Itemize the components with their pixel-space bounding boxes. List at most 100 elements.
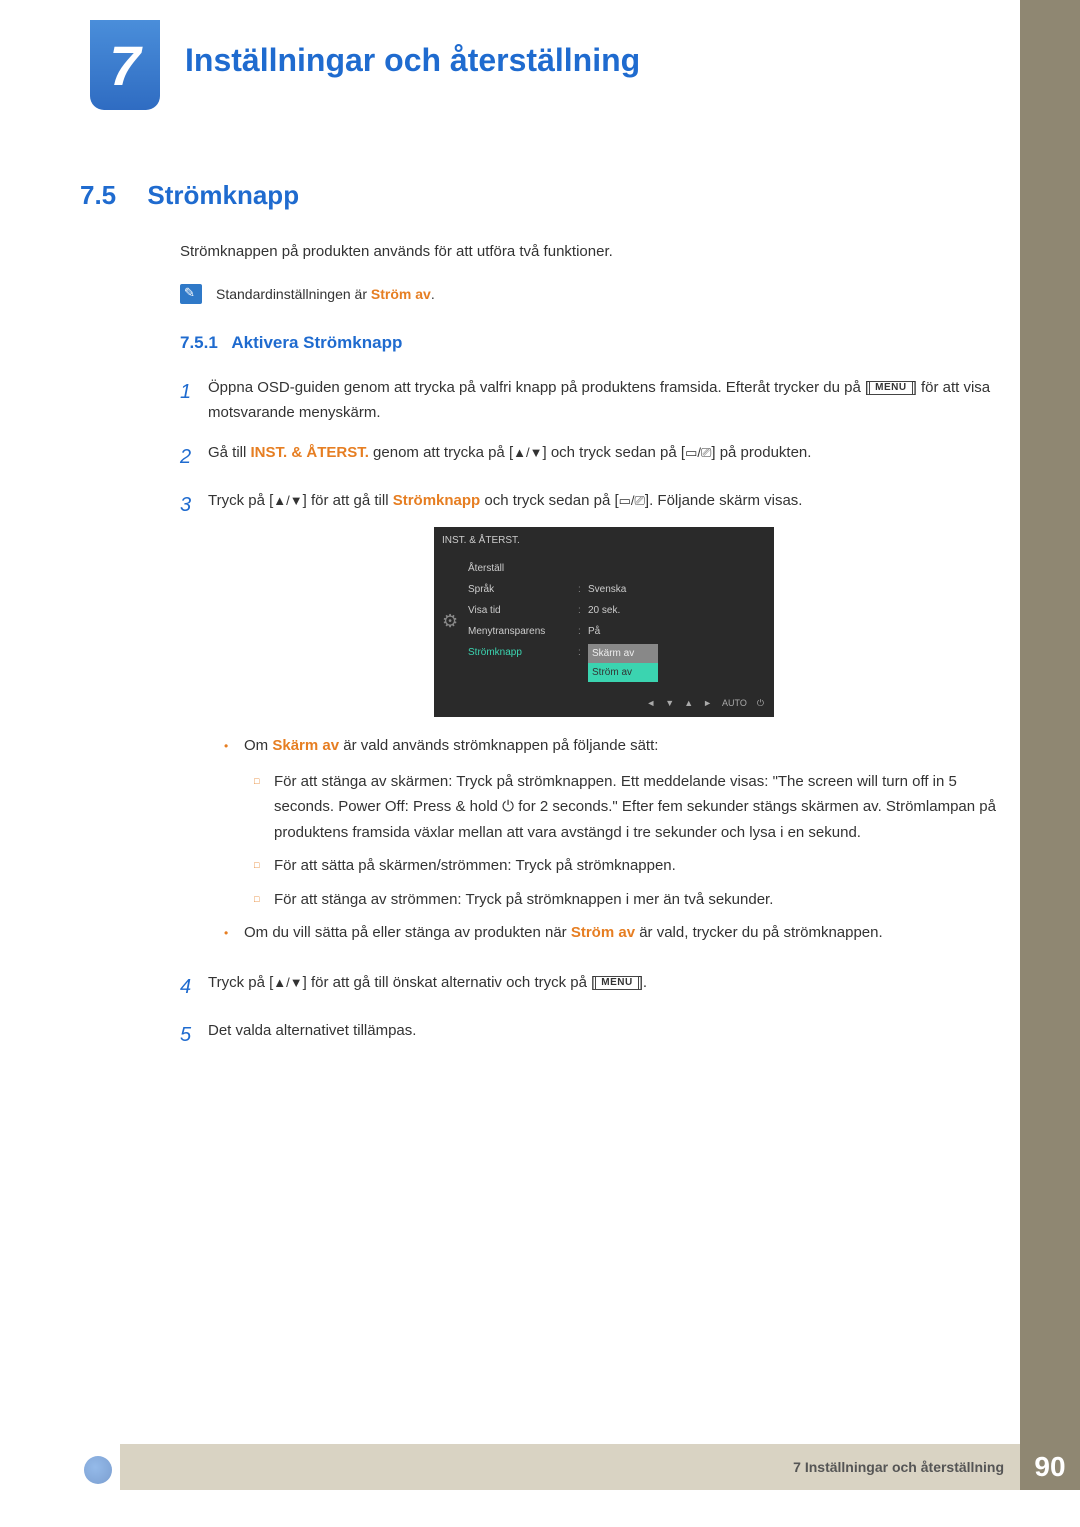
- note-text: Standardinställningen är Ström av.: [216, 284, 435, 305]
- step-number: 2: [180, 440, 208, 474]
- text: ] för att gå till: [303, 492, 393, 509]
- note-value: Ström av: [371, 286, 431, 302]
- bullet: • Om Skärm av är vald används strömknapp…: [224, 733, 1000, 759]
- page-card: 7 Inställningar och återställning 7.5 St…: [60, 10, 1020, 1490]
- source-icon: ▭/⎚: [619, 492, 645, 507]
- step-5: 5 Det valda alternativet tillämpas.: [180, 1018, 1000, 1052]
- step-body: Gå till INST. & ÅTERST. genom att trycka…: [208, 440, 1000, 474]
- sub-bullet: □ För att stänga av skärmen: Tryck på st…: [254, 769, 1000, 846]
- osd-row: Visa tid:20 sek.: [468, 600, 766, 621]
- nav-icon: ►: [703, 696, 712, 711]
- section-body: 7.5 Strömknapp Strömknappen på produkten…: [80, 180, 1000, 1066]
- page-footer: 7 Inställningar och återställning 90: [60, 1444, 1020, 1490]
- text: ] och tryck sedan på [: [542, 444, 685, 461]
- step-number: 3: [180, 488, 208, 956]
- bullet-dot: •: [224, 733, 244, 759]
- sub-bullet-icon: □: [254, 853, 274, 879]
- nav-icon: ▲: [684, 696, 693, 711]
- text: ].: [639, 974, 647, 991]
- step-2: 2 Gå till INST. & ÅTERST. genom att tryc…: [180, 440, 1000, 474]
- osd-label: Menytransparens: [468, 623, 578, 640]
- subsection-heading: 7.5.1 Aktivera Strömknapp: [180, 333, 1000, 353]
- bullet-list: • Om Skärm av är vald används strömknapp…: [224, 733, 1000, 946]
- auto-label: AUTO: [722, 696, 747, 711]
- osd-screenshot: INST. & ÅTERST. Återställ Språk:Svenska …: [434, 527, 774, 717]
- bullet-text: Om du vill sätta på eller stänga av prod…: [244, 920, 883, 946]
- up-down-icon: ▲/▼: [273, 492, 302, 507]
- step-body: Tryck på [▲/▼] för att gå till önskat al…: [208, 970, 1000, 1004]
- up-down-icon: ▲/▼: [513, 444, 542, 459]
- osd-value: Skärm av Ström av: [588, 644, 766, 682]
- colon: :: [578, 602, 588, 619]
- note-prefix: Standardinställningen är: [216, 286, 371, 302]
- term: Ström av: [571, 924, 635, 941]
- step-number: 4: [180, 970, 208, 1004]
- text: ] på produkten.: [711, 444, 811, 461]
- text: och tryck sedan på [: [480, 492, 618, 509]
- osd-option-selected: Ström av: [588, 663, 658, 682]
- text: ] för att gå till önskat alternativ och …: [303, 974, 596, 991]
- chapter-number-tab: 7: [90, 20, 160, 110]
- step-number: 5: [180, 1018, 208, 1052]
- bullet: • Om du vill sätta på eller stänga av pr…: [224, 920, 1000, 946]
- up-down-icon: ▲/▼: [273, 975, 302, 990]
- step-3: 3 Tryck på [▲/▼] för att gå till Strömkn…: [180, 488, 1000, 956]
- power-icon: ⏻: [757, 696, 764, 711]
- sub-bullet-icon: □: [254, 887, 274, 913]
- section-number: 7.5: [80, 180, 116, 210]
- note-row: Standardinställningen är Ström av.: [180, 284, 1000, 305]
- nav-icon: ◄: [646, 696, 655, 711]
- menu-button-label: MENU: [595, 976, 638, 990]
- text: ]. Följande skärm visas.: [645, 492, 803, 509]
- chapter-number: 7: [109, 33, 140, 98]
- bullet-dot: •: [224, 920, 244, 946]
- colon: :: [578, 581, 588, 598]
- menu-button-label: MENU: [869, 381, 912, 395]
- osd-row: Språk:Svenska: [468, 579, 766, 600]
- subsection-number: 7.5.1: [180, 333, 218, 352]
- section-heading: 7.5 Strömknapp: [80, 180, 1000, 211]
- osd-bottom-bar: ◄ ▼ ▲ ► AUTO ⏻: [434, 694, 774, 713]
- inst-term: INST. & ÅTERST.: [251, 444, 369, 461]
- text: Tryck på [: [208, 492, 273, 509]
- colon: :: [578, 623, 588, 640]
- footer-orb-icon: [60, 1444, 120, 1490]
- text: Öppna OSD-guiden genom att trycka på val…: [208, 379, 869, 396]
- step-4: 4 Tryck på [▲/▼] för att gå till önskat …: [180, 970, 1000, 1004]
- source-icon: ▭/⎚: [685, 444, 711, 459]
- text: är vald, trycker du på strömknappen.: [635, 924, 883, 941]
- text: Om du vill sätta på eller stänga av prod…: [244, 924, 571, 941]
- steps-list: 1 Öppna OSD-guiden genom att trycka på v…: [180, 375, 1000, 1052]
- osd-label: Språk: [468, 581, 578, 598]
- osd-row: Återställ: [468, 558, 766, 579]
- osd-option: Skärm av: [588, 644, 658, 663]
- text: genom att trycka på [: [369, 444, 513, 461]
- sub-bullet-text: För att stänga av skärmen: Tryck på strö…: [274, 769, 1000, 846]
- term: Strömknapp: [393, 492, 481, 509]
- text: är vald används strömknappen på följande…: [339, 737, 658, 754]
- footer-bar: 7 Inställningar och återställning 90: [120, 1444, 1020, 1490]
- text: Tryck på [: [208, 974, 273, 991]
- osd-label: Strömknapp: [468, 644, 578, 682]
- osd-value: På: [588, 623, 766, 640]
- osd-row-selected: Strömknapp: Skärm av Ström av: [468, 642, 766, 684]
- section-intro: Strömknappen på produkten används för at…: [180, 241, 1000, 264]
- gear-icon: [442, 558, 468, 684]
- step-number: 1: [180, 375, 208, 426]
- note-icon: [180, 284, 202, 304]
- bullet-text: Om Skärm av är vald används strömknappen…: [244, 733, 658, 759]
- colon: :: [578, 644, 588, 682]
- sub-bullet-icon: □: [254, 769, 274, 846]
- step-body: Tryck på [▲/▼] för att gå till Strömknap…: [208, 488, 1000, 956]
- term: Skärm av: [272, 737, 339, 754]
- osd-label: Visa tid: [468, 602, 578, 619]
- osd-title: INST. & ÅTERST.: [434, 527, 774, 554]
- note-suffix: .: [431, 286, 435, 302]
- sub-bullet-text: För att sätta på skärmen/strömmen: Tryck…: [274, 853, 676, 879]
- osd-row: Menytransparens:På: [468, 621, 766, 642]
- osd-value: 20 sek.: [588, 602, 766, 619]
- right-accent-band: [1020, 0, 1080, 1480]
- footer-text: 7 Inställningar och återställning: [793, 1459, 1004, 1475]
- osd-value: Svenska: [588, 581, 766, 598]
- chapter-title: Inställningar och återställning: [185, 42, 640, 79]
